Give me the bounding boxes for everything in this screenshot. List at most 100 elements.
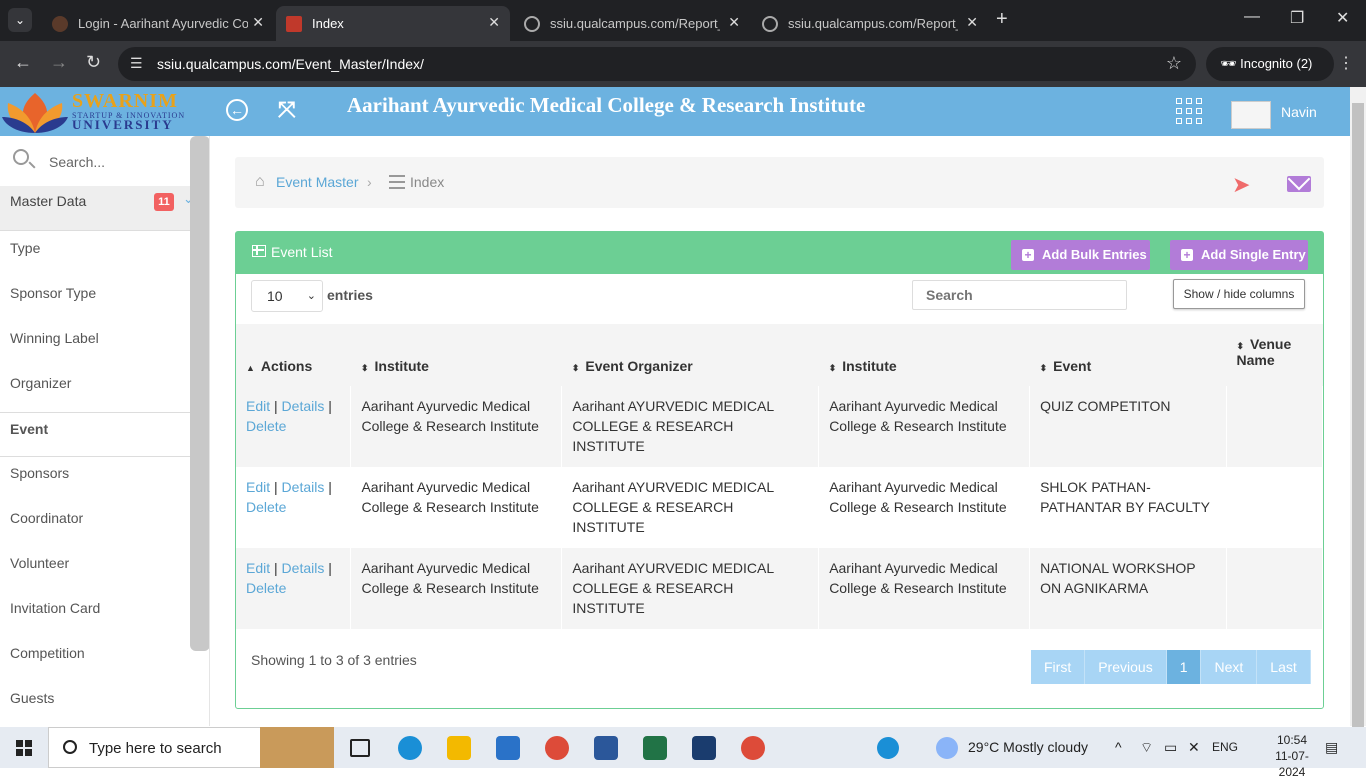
delete-link[interactable]: Delete [246, 499, 286, 515]
breadcrumb-link-event-master[interactable]: Event Master [276, 174, 358, 190]
column-header-event-organizer[interactable]: ⬍ Event Organizer [561, 324, 819, 386]
count-badge: 11 [154, 193, 174, 211]
sidebar-item-organizer[interactable]: Organizer [0, 366, 209, 411]
delete-link[interactable]: Delete [246, 580, 286, 596]
windows-taskbar: Type here to search 29°C Mostly cloudy ^… [0, 727, 1366, 779]
chrome-icon[interactable] [545, 736, 569, 760]
breadcrumb: ⌂ Event Master › Index ➤ [235, 157, 1324, 208]
close-window-icon[interactable]: ✕ [1336, 8, 1349, 28]
windows-start-icon[interactable] [16, 740, 32, 756]
delete-link[interactable]: Delete [246, 418, 286, 434]
forward-icon[interactable]: → [50, 52, 68, 73]
pagination-page-button[interactable]: 1 [1166, 650, 1202, 684]
battery-icon[interactable]: ▭ [1164, 739, 1177, 756]
clock[interactable]: 10:54 11-07-2024 [1264, 732, 1320, 780]
bookmark-star-icon[interactable]: ☆ [1166, 53, 1182, 74]
speaker-muted-icon[interactable]: ✕ [1188, 739, 1200, 756]
sidebar-item-competition[interactable]: Competition [0, 636, 209, 681]
minimize-icon[interactable]: — [1244, 8, 1260, 26]
excel-icon[interactable] [643, 736, 667, 760]
address-bar[interactable]: ☰ ssiu.qualcampus.com/Event_Master/Index… [118, 47, 1196, 81]
add-single-entry-button[interactable]: + Add Single Entry [1170, 240, 1308, 270]
fullscreen-icon[interactable]: ⤧ [278, 97, 296, 123]
notifications-icon[interactable]: ▤ [1325, 739, 1338, 756]
tab-search-button[interactable]: ⌄ [8, 8, 32, 32]
close-tab-icon[interactable]: ✕ [252, 14, 264, 31]
restore-icon[interactable]: ❐ [1290, 8, 1304, 28]
close-tab-icon[interactable]: ✕ [488, 14, 500, 31]
pagination-last-button[interactable]: Last [1257, 650, 1311, 684]
pagination-first-button[interactable]: First [1031, 650, 1086, 684]
chrome-incognito-icon[interactable] [741, 736, 765, 760]
sidebar-item-volunteer[interactable]: Volunteer [0, 546, 209, 591]
sidebar-item-guests[interactable]: Guests [0, 681, 209, 726]
reload-icon[interactable]: ↻ [86, 52, 101, 73]
avatar[interactable] [1231, 101, 1271, 129]
column-header-actions[interactable]: ▲ Actions [236, 324, 351, 386]
page-length-select[interactable]: 10 ⌄ [251, 280, 323, 312]
sidebar-item-winning-label[interactable]: Winning Label [0, 321, 209, 366]
home-icon[interactable]: ⌂ [255, 173, 265, 191]
table-search-input[interactable] [912, 280, 1127, 310]
edit-link[interactable]: Edit [246, 479, 270, 495]
edge-icon[interactable] [398, 736, 422, 760]
list-icon [389, 175, 405, 189]
task-view-icon[interactable] [350, 739, 370, 757]
sidebar-section-master-data[interactable]: Master Data [0, 186, 209, 231]
details-link[interactable]: Details [282, 398, 325, 414]
back-circle-icon[interactable]: ← [226, 99, 248, 121]
user-name[interactable]: Navin [1281, 104, 1317, 120]
browser-tab[interactable]: ssiu.qualcampus.com/Report_Vi ✕ [514, 6, 750, 41]
edit-link[interactable]: Edit [246, 398, 270, 414]
mail-app-icon[interactable] [496, 736, 520, 760]
university-logo[interactable]: SWARNIM STARTUP & INNOVATION UNIVERSITY [2, 87, 187, 136]
show-hidden-icons-icon[interactable]: ^ [1115, 739, 1122, 755]
details-link[interactable]: Details [282, 479, 325, 495]
edit-link[interactable]: Edit [246, 560, 270, 576]
send-icon[interactable]: ➤ [1232, 172, 1250, 198]
weather-icon[interactable] [936, 737, 958, 759]
help-icon[interactable] [877, 737, 899, 759]
sidebar-item-type[interactable]: Type [0, 231, 209, 276]
column-header-venue-name[interactable]: ⬍ Venue Name [1226, 324, 1323, 386]
sort-icon: ⬍ [828, 363, 837, 373]
sidebar-item-invitation-card[interactable]: Invitation Card [0, 591, 209, 636]
word-icon[interactable] [594, 736, 618, 760]
sidebar-search[interactable]: Search... [0, 136, 190, 186]
pagination-previous-button[interactable]: Previous [1085, 650, 1167, 684]
pagination-next-button[interactable]: Next [1201, 650, 1258, 684]
mail-icon[interactable] [1287, 176, 1311, 192]
back-icon[interactable]: ← [14, 52, 32, 73]
sidebar-item-sponsors[interactable]: Sponsors [0, 456, 209, 501]
sort-icon: ⬍ [1039, 363, 1048, 373]
details-link[interactable]: Details [282, 560, 325, 576]
apps-grid-icon[interactable] [1176, 98, 1202, 124]
page-scrollbar[interactable] [1350, 87, 1366, 743]
browser-tab[interactable]: Login - Aarihant Ayurvedic Colle ✕ [42, 6, 274, 41]
close-tab-icon[interactable]: ✕ [966, 14, 978, 31]
scrollbar-thumb[interactable] [1352, 103, 1364, 743]
close-tab-icon[interactable]: ✕ [728, 14, 740, 31]
sidebar-item-sponsor-type[interactable]: Sponsor Type [0, 276, 209, 321]
sidebar-item-coordinator[interactable]: Coordinator [0, 501, 209, 546]
new-tab-icon[interactable]: + [996, 8, 1008, 31]
weather-text[interactable]: 29°C Mostly cloudy [968, 739, 1088, 755]
prime-video-icon[interactable] [692, 736, 716, 760]
browser-menu-icon[interactable]: ⋮ [1338, 53, 1354, 73]
show-hide-columns-button[interactable]: Show / hide columns [1173, 279, 1305, 309]
column-header-event[interactable]: ⬍ Event [1029, 324, 1227, 386]
network-icon[interactable]: ⌔ [1140, 739, 1153, 757]
file-explorer-icon[interactable] [447, 736, 471, 760]
column-header-institute-2[interactable]: ⬍ Institute [818, 324, 1030, 386]
site-info-icon[interactable]: ☰ [130, 55, 143, 72]
add-bulk-entries-button[interactable]: + Add Bulk Entries [1011, 240, 1150, 270]
incognito-profile-button[interactable]: 🕶 Incognito (2) [1206, 47, 1334, 81]
sidebar-item-event[interactable]: Event [0, 412, 209, 457]
browser-tab-active[interactable]: Index ✕ [276, 6, 510, 41]
table-row: Edit | Details | Delete Aarihant Ayurvedi… [236, 548, 1324, 629]
language-indicator[interactable]: ENG [1212, 740, 1238, 754]
column-header-institute[interactable]: ⬍ Institute [350, 324, 562, 386]
sidebar-scrollbar[interactable] [190, 136, 209, 651]
sort-icon: ⬍ [571, 363, 580, 373]
browser-tab[interactable]: ssiu.qualcampus.com/Report_Vi ✕ [752, 6, 988, 41]
